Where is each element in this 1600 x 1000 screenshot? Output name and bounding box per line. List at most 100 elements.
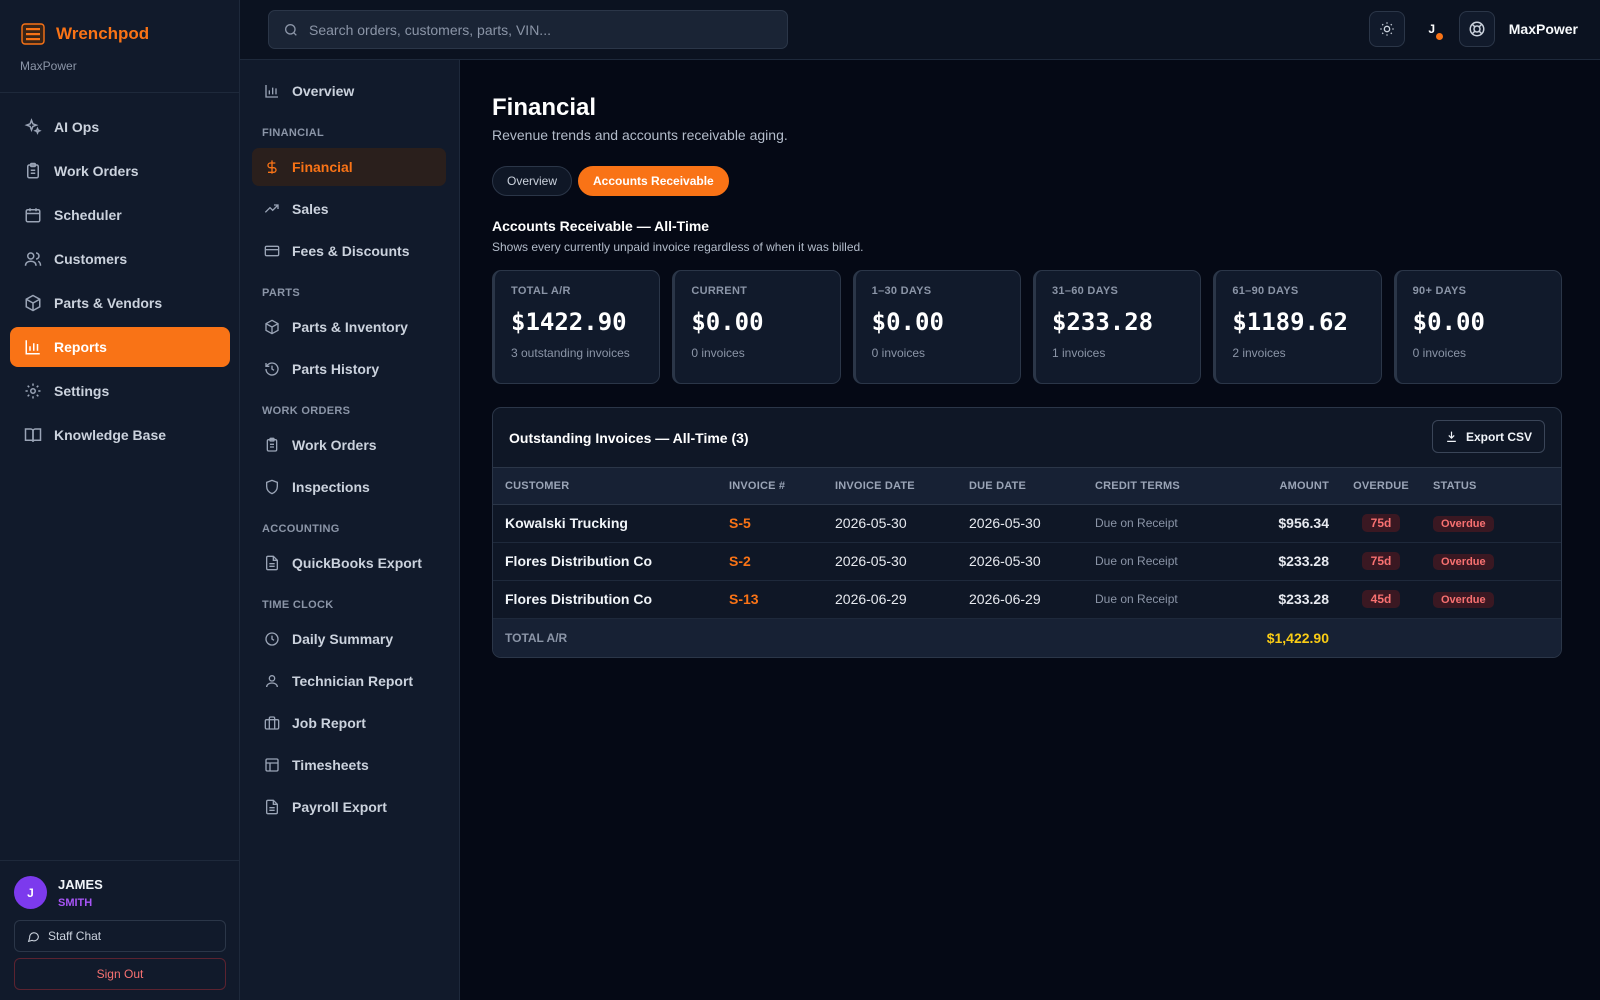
card-note: 0 invoices	[871, 346, 926, 360]
file-text-icon	[264, 555, 280, 571]
subnav-item-technician-report[interactable]: Technician Report	[252, 662, 446, 700]
invoice-link[interactable]: S-13	[717, 580, 823, 619]
col-overdue[interactable]: OVERDUE	[1341, 468, 1421, 505]
user-last-name: SMITH	[58, 897, 93, 909]
nav-label: Settings	[54, 383, 110, 399]
overdue-days-badge: 45d	[1361, 590, 1401, 608]
col-credit-terms[interactable]: CREDIT TERMS	[1083, 468, 1217, 505]
col-customer[interactable]: CUSTOMER	[493, 468, 717, 505]
help-button[interactable]	[1458, 11, 1495, 47]
export-csv-label: Export CSV	[1465, 429, 1532, 444]
tab-accounts-receivable[interactable]: Accounts Receivable	[578, 166, 729, 196]
sign-out-button[interactable]: Sign Out	[14, 958, 226, 990]
status-badge: Overdue	[1433, 554, 1494, 570]
cell-customer: Flores Distribution Co	[493, 580, 717, 619]
dollar-icon	[264, 159, 280, 175]
empty-cell	[957, 618, 1083, 657]
tab-overview[interactable]: Overview	[492, 166, 573, 196]
subnav-item-timesheets[interactable]: Timesheets	[252, 746, 446, 784]
nav-item-ai-ops[interactable]: AI Ops	[10, 107, 230, 147]
table-row[interactable]: Flores Distribution Co S-2 2026-05-30 20…	[493, 542, 1561, 581]
brand[interactable]: Wrenchpod	[20, 22, 149, 46]
col-invoice-date[interactable]: INVOICE DATE	[823, 468, 957, 505]
user-menu-button[interactable]: J	[1419, 11, 1445, 47]
table-row[interactable]: Flores Distribution Co S-13 2026-06-29 2…	[493, 580, 1561, 619]
cell-invoice-date: 2026-06-29	[823, 580, 957, 619]
card-label: 61–90 DAYS	[1232, 285, 1299, 297]
nav-item-customers[interactable]: Customers	[10, 239, 230, 279]
invoice-link[interactable]: S-5	[717, 504, 823, 543]
subnav-label: Daily Summary	[292, 631, 394, 647]
reports-subnav: Overview FINANCIAL Financial Sales Fees …	[240, 60, 460, 1000]
subnav-item-fees-discounts[interactable]: Fees & Discounts	[252, 232, 446, 270]
col-amount[interactable]: AMOUNT	[1217, 468, 1341, 505]
col-due-date[interactable]: DUE DATE	[957, 468, 1083, 505]
nav-item-knowledge-base[interactable]: Knowledge Base	[10, 415, 230, 455]
cell-status: Overdue	[1421, 542, 1561, 581]
subnav-item-payroll-export[interactable]: Payroll Export	[252, 788, 446, 826]
col-invoice[interactable]: INVOICE #	[717, 468, 823, 505]
shield-icon	[264, 479, 280, 495]
org-name[interactable]: MaxPower	[1509, 21, 1578, 37]
card-label: 1–30 DAYS	[871, 285, 932, 297]
empty-cell	[717, 618, 823, 657]
invoice-link[interactable]: S-2	[717, 542, 823, 581]
search-bar[interactable]	[268, 10, 788, 49]
primary-nav: AI Ops Work Orders Scheduler Customers P…	[10, 107, 230, 459]
staff-chat-button[interactable]: Staff Chat	[14, 920, 226, 952]
total-value: $1,422.90	[1217, 618, 1341, 657]
export-csv-button[interactable]: Export CSV	[1431, 420, 1545, 453]
section-title: Accounts Receivable — All-Time	[492, 218, 710, 234]
credit-card-icon	[264, 243, 280, 259]
card-value: $0.00	[691, 308, 764, 336]
subnav-item-financial[interactable]: Financial	[252, 148, 446, 186]
nav-item-work-orders[interactable]: Work Orders	[10, 151, 230, 191]
status-badge: Overdue	[1433, 592, 1494, 608]
bar-chart-icon	[24, 338, 42, 356]
nav-item-scheduler[interactable]: Scheduler	[10, 195, 230, 235]
col-status[interactable]: STATUS	[1421, 468, 1561, 505]
card-note: 0 invoices	[691, 346, 745, 360]
subnav-item-parts-inventory[interactable]: Parts & Inventory	[252, 308, 446, 346]
card-note: 2 invoices	[1232, 346, 1286, 360]
subnav-label: Parts History	[292, 361, 380, 377]
nav-item-parts-vendors[interactable]: Parts & Vendors	[10, 283, 230, 323]
aging-card-90-plus: 90+ DAYS $0.00 0 invoices	[1393, 270, 1562, 384]
card-note: 3 outstanding invoices	[511, 346, 630, 360]
clipboard-icon	[24, 162, 42, 180]
table-row[interactable]: Kowalski Trucking S-5 2026-05-30 2026-05…	[493, 504, 1561, 543]
subnav-item-parts-history[interactable]: Parts History	[252, 350, 446, 388]
search-icon	[283, 22, 299, 38]
cell-invoice-date: 2026-05-30	[823, 504, 957, 543]
nav-item-reports[interactable]: Reports	[10, 327, 230, 367]
cell-credit-terms: Due on Receipt	[1083, 542, 1217, 581]
user-initial: J	[1428, 22, 1436, 36]
table-title: Outstanding Invoices — All-Time (3)	[509, 430, 749, 446]
subnav-item-inspections[interactable]: Inspections	[252, 468, 446, 506]
subnav-label: Work Orders	[292, 437, 377, 453]
sparkles-icon	[24, 118, 42, 136]
subnav-item-sales[interactable]: Sales	[252, 190, 446, 228]
subnav-label: Inspections	[292, 479, 370, 495]
top-right-controls: J MaxPower	[1368, 11, 1578, 47]
cell-status: Overdue	[1421, 580, 1561, 619]
subnav-item-daily-summary[interactable]: Daily Summary	[252, 620, 446, 658]
nav-item-settings[interactable]: Settings	[10, 371, 230, 411]
page-subtitle: Revenue trends and accounts receivable a…	[492, 127, 788, 143]
subnav-item-job-report[interactable]: Job Report	[252, 704, 446, 742]
cell-invoice-date: 2026-05-30	[823, 542, 957, 581]
card-label: 90+ DAYS	[1412, 285, 1467, 297]
status-badge: Overdue	[1433, 516, 1494, 532]
search-input[interactable]	[309, 21, 769, 38]
subnav-item-work-orders[interactable]: Work Orders	[252, 426, 446, 464]
table-icon	[264, 757, 280, 773]
main-sidebar: Wrenchpod MaxPower AI Ops Work Orders Sc…	[0, 0, 240, 1000]
download-icon	[1445, 430, 1458, 443]
avatar[interactable]: J	[14, 876, 47, 909]
subnav-item-overview[interactable]: Overview	[252, 72, 446, 110]
theme-toggle-button[interactable]	[1368, 11, 1405, 47]
subnav-item-quickbooks-export[interactable]: QuickBooks Export	[252, 544, 446, 582]
notification-dot	[1435, 33, 1443, 40]
brand-subtitle: MaxPower	[20, 59, 77, 73]
cell-overdue: 75d	[1341, 504, 1421, 543]
